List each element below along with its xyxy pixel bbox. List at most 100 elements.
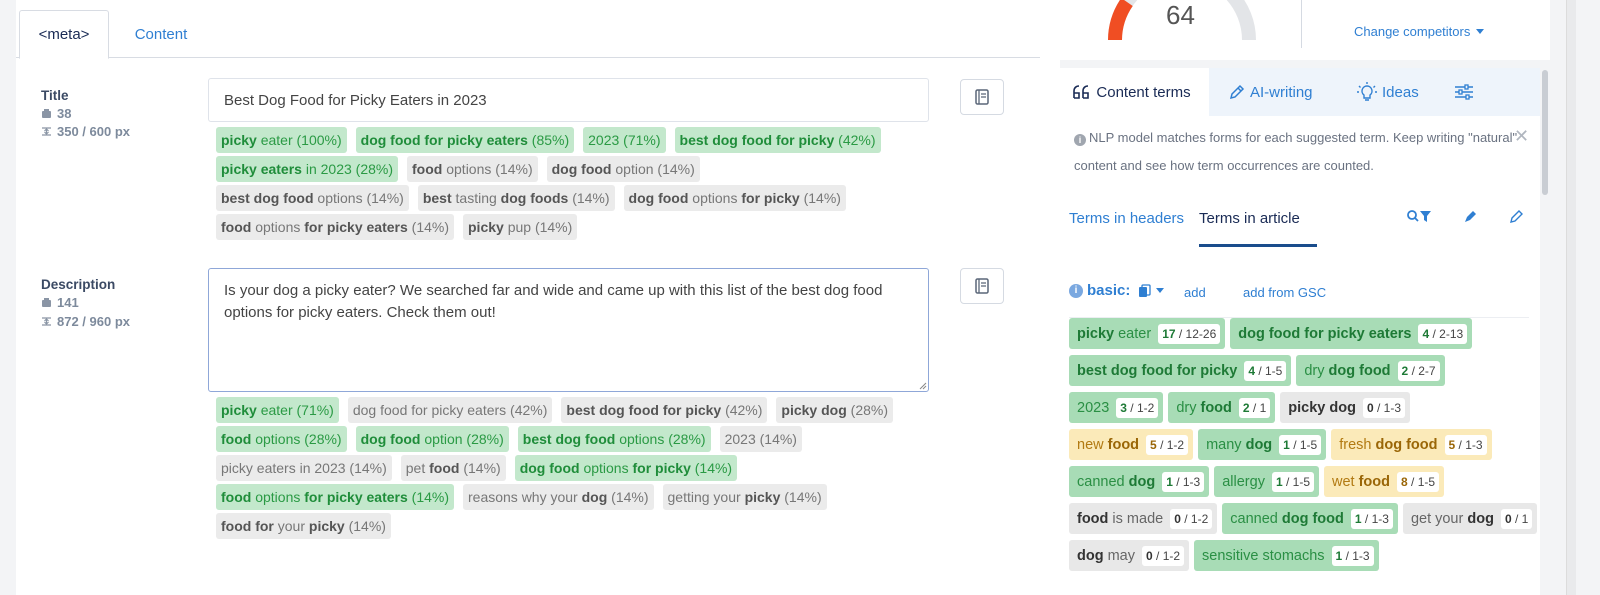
chip-text-part: canned [1230,510,1282,527]
term-chip[interactable]: 2023 (14%) [719,426,802,452]
term-chip[interactable]: 2023 (71%) [583,127,666,153]
term-chip[interactable]: dog food options for picky (14%) [623,185,846,211]
term-chip[interactable]: food options for picky eaters (14%) [216,484,454,510]
term-chip[interactable]: picky pup (14%) [463,214,578,240]
article-term-chip[interactable]: canned dog 1 / 1-3 [1069,466,1210,497]
term-usage-count: 1 / 1-3 [1162,471,1205,492]
chip-text-part: (85%) [527,132,570,148]
description-textarea[interactable]: Is your dog a picky eater? We searched f… [208,268,929,392]
meta-editor-panel: <meta> Content Title 38 350 / 600 px Bes… [16,0,1060,595]
term-chip[interactable]: dog food for picky eaters (85%) [355,127,575,153]
article-term-chip[interactable]: wet food 8 / 1-5 [1324,466,1445,497]
article-term-chip[interactable]: picky eater 17 / 12-26 [1069,318,1226,349]
copy-dropdown[interactable] [1138,283,1165,298]
chip-text-part: for picky [632,460,691,476]
close-icon[interactable]: ✕ [1514,126,1529,147]
term-chip[interactable]: food options (14%) [407,156,538,182]
article-term-chip[interactable]: dog may 0 / 1-2 [1069,540,1190,571]
term-chip[interactable]: best dog food options (28%) [517,426,711,452]
chip-text-part: (14%) [344,518,386,534]
term-chip[interactable]: picky eater (100%) [216,127,347,153]
article-term-chip[interactable]: dog food for picky eaters 4 / 2-13 [1230,318,1473,349]
keyboard-icon [42,109,51,118]
tab-ai-writing[interactable]: AI-writing [1228,68,1313,116]
article-term-chip[interactable]: get your dog 0 / 1 [1402,503,1538,534]
info-icon: i [1074,134,1086,146]
term-chip[interactable]: food options (28%) [216,426,347,452]
article-term-chip[interactable]: many dog 1 / 1-5 [1198,429,1327,460]
article-term-chip[interactable]: dry dog food 2 / 2-7 [1296,355,1445,386]
highlight-button[interactable] [1462,209,1478,230]
chip-text-part: your [273,518,309,534]
term-chip[interactable]: picky dog (28%) [776,397,894,423]
term-chip[interactable]: dog food option (28%) [355,426,509,452]
term-chip[interactable]: best dog food for picky (42%) [674,127,881,153]
term-chip[interactable]: best tasting dog foods (14%) [417,185,615,211]
content-score: 64 [1166,0,1195,30]
change-competitors-button[interactable]: Change competitors [1354,24,1485,39]
article-term-chip[interactable]: fresh dog food 5 / 1-3 [1331,429,1492,460]
article-term-chip[interactable]: food is made 0 / 1-2 [1069,503,1218,534]
panel-scrollbar-thumb[interactable] [1542,70,1548,195]
article-term-chip[interactable]: dry food 2 / 1 [1168,392,1276,423]
active-tab-underline [1199,244,1317,247]
article-term-chip[interactable]: canned dog food 1 / 1-3 [1222,503,1398,534]
article-term-chip[interactable]: sensitive stomachs 1 / 1-3 [1194,540,1379,571]
term-chip[interactable]: food for your picky (14%) [216,513,391,539]
description-text: Is your dog a picky eater? We searched f… [224,282,883,321]
term-chip[interactable]: best dog food options (14%) [216,185,409,211]
term-chip[interactable]: best dog food for picky (42%) [561,397,768,423]
title-guide-button[interactable] [960,79,1004,115]
tab-terms-in-headers[interactable]: Terms in headers [1069,210,1184,227]
tab-meta[interactable]: <meta> [19,10,109,59]
term-chip[interactable]: picky eaters in 2023 (14%) [216,455,392,481]
chip-text-part: option (14%) [611,161,695,177]
title-px-count: 350 / 600 px [41,124,130,139]
search-filter-button[interactable] [1406,209,1434,230]
add-from-gsc-link[interactable]: add from GSC [1243,285,1326,300]
chip-text-part: food [221,219,252,235]
term-chip[interactable]: reasons why your dog (14%) [463,484,654,510]
term-chip[interactable]: pet food (14%) [400,455,506,481]
chip-text-part: many [1206,436,1246,453]
term-recommended-range: / 1-2 [1180,511,1209,526]
article-term-chip[interactable]: allergy 1 / 1-5 [1214,466,1319,497]
description-guide-button[interactable] [960,268,1004,304]
article-term-label: dog may [1077,548,1135,564]
term-usage-count: 3 / 1-2 [1116,397,1159,418]
clear-highlight-button[interactable] [1508,209,1524,230]
term-chip[interactable]: dog food for picky eaters (42%) [347,397,553,423]
tab-ideas[interactable]: Ideas [1356,68,1419,116]
page-scrollbar[interactable] [1566,0,1576,595]
article-term-chip[interactable]: new food 5 / 1-2 [1069,429,1194,460]
article-term-chip[interactable]: picky dog 0 / 1-3 [1280,392,1410,423]
tab-content[interactable]: Content [126,10,196,59]
term-recommended-range: / 1-2 [1126,400,1155,415]
term-chip[interactable]: getting your picky (14%) [662,484,827,510]
chip-text-part: (14%) [799,190,841,206]
term-chip[interactable]: dog food option (14%) [546,156,700,182]
tab-content-terms[interactable]: Content terms [1054,68,1209,116]
tab-terms-in-article[interactable]: Terms in article [1199,210,1300,227]
term-usage-count: 1 / 1-3 [1350,508,1393,529]
title-input[interactable]: Best Dog Food for Picky Eaters in 2023 [208,78,929,122]
term-chip[interactable]: picky eater (71%) [216,397,339,423]
term-used-count: 0 [1146,548,1153,563]
term-used-count: 1 [1283,437,1290,452]
copy-icon [1139,283,1152,297]
article-term-chip[interactable]: 2023 3 / 1-2 [1069,392,1164,423]
add-term-link[interactable]: add [1184,285,1206,300]
settings-sliders-button[interactable] [1454,68,1474,116]
term-chip[interactable]: dog food options for picky (14%) [514,455,738,481]
chip-text-part: (42%) [834,132,876,148]
term-usage-count: 0 / 1-2 [1142,545,1185,566]
chip-text-part: (28%) [846,402,889,418]
resize-grip-icon[interactable] [918,381,927,390]
chip-text-part: picky eaters [221,161,302,177]
chip-text-part: (14%) [780,489,822,505]
term-chip[interactable]: food options for picky eaters (14%) [216,214,454,240]
term-chip[interactable]: picky eaters in 2023 (28%) [216,156,399,182]
article-term-chip[interactable]: best dog food for picky 4 / 1-5 [1069,355,1292,386]
chip-text-part: options [688,190,742,206]
term-used-count: 2 [1242,400,1250,415]
